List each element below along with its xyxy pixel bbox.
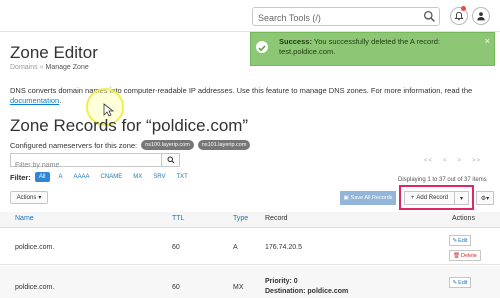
- gear-icon: ⚙▾: [480, 195, 490, 202]
- check-icon: [256, 41, 268, 53]
- chevron-down-icon: ▾: [38, 195, 42, 201]
- nameserver-badge: ns100.layerip.com: [141, 140, 194, 150]
- last-page-button[interactable]: >>: [472, 158, 481, 164]
- nameservers: Configured nameservers for this zone: ns…: [10, 140, 251, 150]
- pencil-icon: ✎: [452, 279, 458, 286]
- pointer-icon: [103, 103, 115, 117]
- save-icon: ▣: [343, 195, 349, 201]
- record-name: poldice.com.: [15, 244, 55, 251]
- records-heading: Zone Records for “poldice.com”: [10, 116, 249, 135]
- column-record: Record: [265, 215, 288, 222]
- notification-badge: [461, 6, 466, 11]
- search-icon: [167, 156, 174, 164]
- bell-icon: [454, 11, 464, 21]
- filter-txt[interactable]: TXT: [176, 174, 187, 180]
- prev-page-button[interactable]: <: [443, 158, 448, 164]
- filter-a[interactable]: A: [59, 174, 63, 180]
- add-record-highlight: + Add Record ▾: [399, 185, 474, 210]
- close-icon[interactable]: ×: [485, 36, 490, 46]
- filter-label: Filter:: [10, 172, 31, 182]
- trash-icon: 🗑: [453, 252, 461, 259]
- search-icon[interactable]: [423, 10, 436, 23]
- breadcrumb-domains[interactable]: Domains: [10, 64, 38, 71]
- column-name[interactable]: Name: [15, 215, 34, 222]
- edit-button[interactable]: ✎ Edit: [449, 235, 471, 246]
- nameserver-badge: ns101.layerip.com: [197, 140, 251, 150]
- search-input[interactable]: [253, 9, 419, 27]
- next-page-button[interactable]: >: [458, 158, 463, 164]
- edit-button[interactable]: ✎ Edit: [449, 277, 471, 288]
- settings-button[interactable]: ⚙▾: [476, 191, 494, 205]
- top-bar: [0, 0, 500, 32]
- column-ttl[interactable]: TTL: [172, 215, 184, 222]
- table-row: poldice.com. 60 A 176.74.20.5 ✎ Edit 🗑 Del…: [0, 229, 500, 265]
- pagination: << < > >>: [424, 158, 491, 164]
- plus-icon: +: [410, 195, 415, 201]
- save-all-records-button[interactable]: ▣ Save All Records: [340, 191, 396, 205]
- user-icon: [477, 12, 485, 21]
- page-title: Zone Editor: [10, 43, 98, 62]
- actions-dropdown[interactable]: Actions ▾: [10, 191, 48, 204]
- add-record-button[interactable]: + Add Record: [404, 191, 455, 205]
- pencil-icon: ✎: [452, 237, 458, 244]
- intro-text: DNS converts domain names into computer-…: [10, 86, 473, 105]
- record-ttl: 60: [172, 284, 180, 291]
- record-name: poldice.com.: [15, 284, 55, 291]
- user-menu-button[interactable]: [472, 7, 490, 25]
- filter-search-button[interactable]: [161, 154, 179, 166]
- notice-text: Success: You successfully deleted the A …: [279, 37, 440, 56]
- filter-srv[interactable]: SRV: [153, 174, 165, 180]
- record-destination: Destination: poldice.com: [265, 288, 349, 295]
- search-tools[interactable]: [252, 7, 440, 27]
- column-actions: Actions: [452, 215, 475, 222]
- nameservers-label: Configured nameservers for this zone:: [10, 140, 138, 150]
- success-notice: Success: You successfully deleted the A …: [250, 32, 495, 66]
- record-type: A: [233, 244, 238, 251]
- first-page-button[interactable]: <<: [424, 158, 433, 164]
- record-type: MX: [233, 284, 244, 291]
- breadcrumb: Domains» Manage Zone: [10, 64, 89, 71]
- filter-mx[interactable]: MX: [133, 174, 142, 180]
- displaying-count: Displaying 1 to 37 out of 37 items: [398, 177, 487, 183]
- breadcrumb-manage-zone: Manage Zone: [45, 64, 89, 71]
- filter-aaaa[interactable]: AAAA: [74, 174, 90, 180]
- delete-button[interactable]: 🗑 Delete: [449, 250, 481, 261]
- filter-all[interactable]: All: [34, 172, 50, 182]
- record-value: 176.74.20.5: [265, 244, 302, 251]
- caret-down-icon: ▾: [459, 195, 463, 202]
- filter-by-name[interactable]: [10, 153, 180, 172]
- filter-input[interactable]: [11, 159, 161, 172]
- documentation-link[interactable]: documentation: [10, 96, 59, 105]
- type-filters: Filter: All A AAAA CNAME MX SRV TXT: [10, 172, 199, 182]
- table-header: Name TTL Type Record Actions: [0, 212, 500, 228]
- record-ttl: 60: [172, 244, 180, 251]
- add-record-dropdown-toggle[interactable]: ▾: [454, 191, 469, 205]
- table-row: poldice.com. 60 MX Priority: 0 Destinati…: [0, 266, 500, 298]
- filter-cname[interactable]: CNAME: [101, 174, 123, 180]
- column-type[interactable]: Type: [233, 215, 248, 222]
- record-priority: Priority: 0: [265, 278, 298, 285]
